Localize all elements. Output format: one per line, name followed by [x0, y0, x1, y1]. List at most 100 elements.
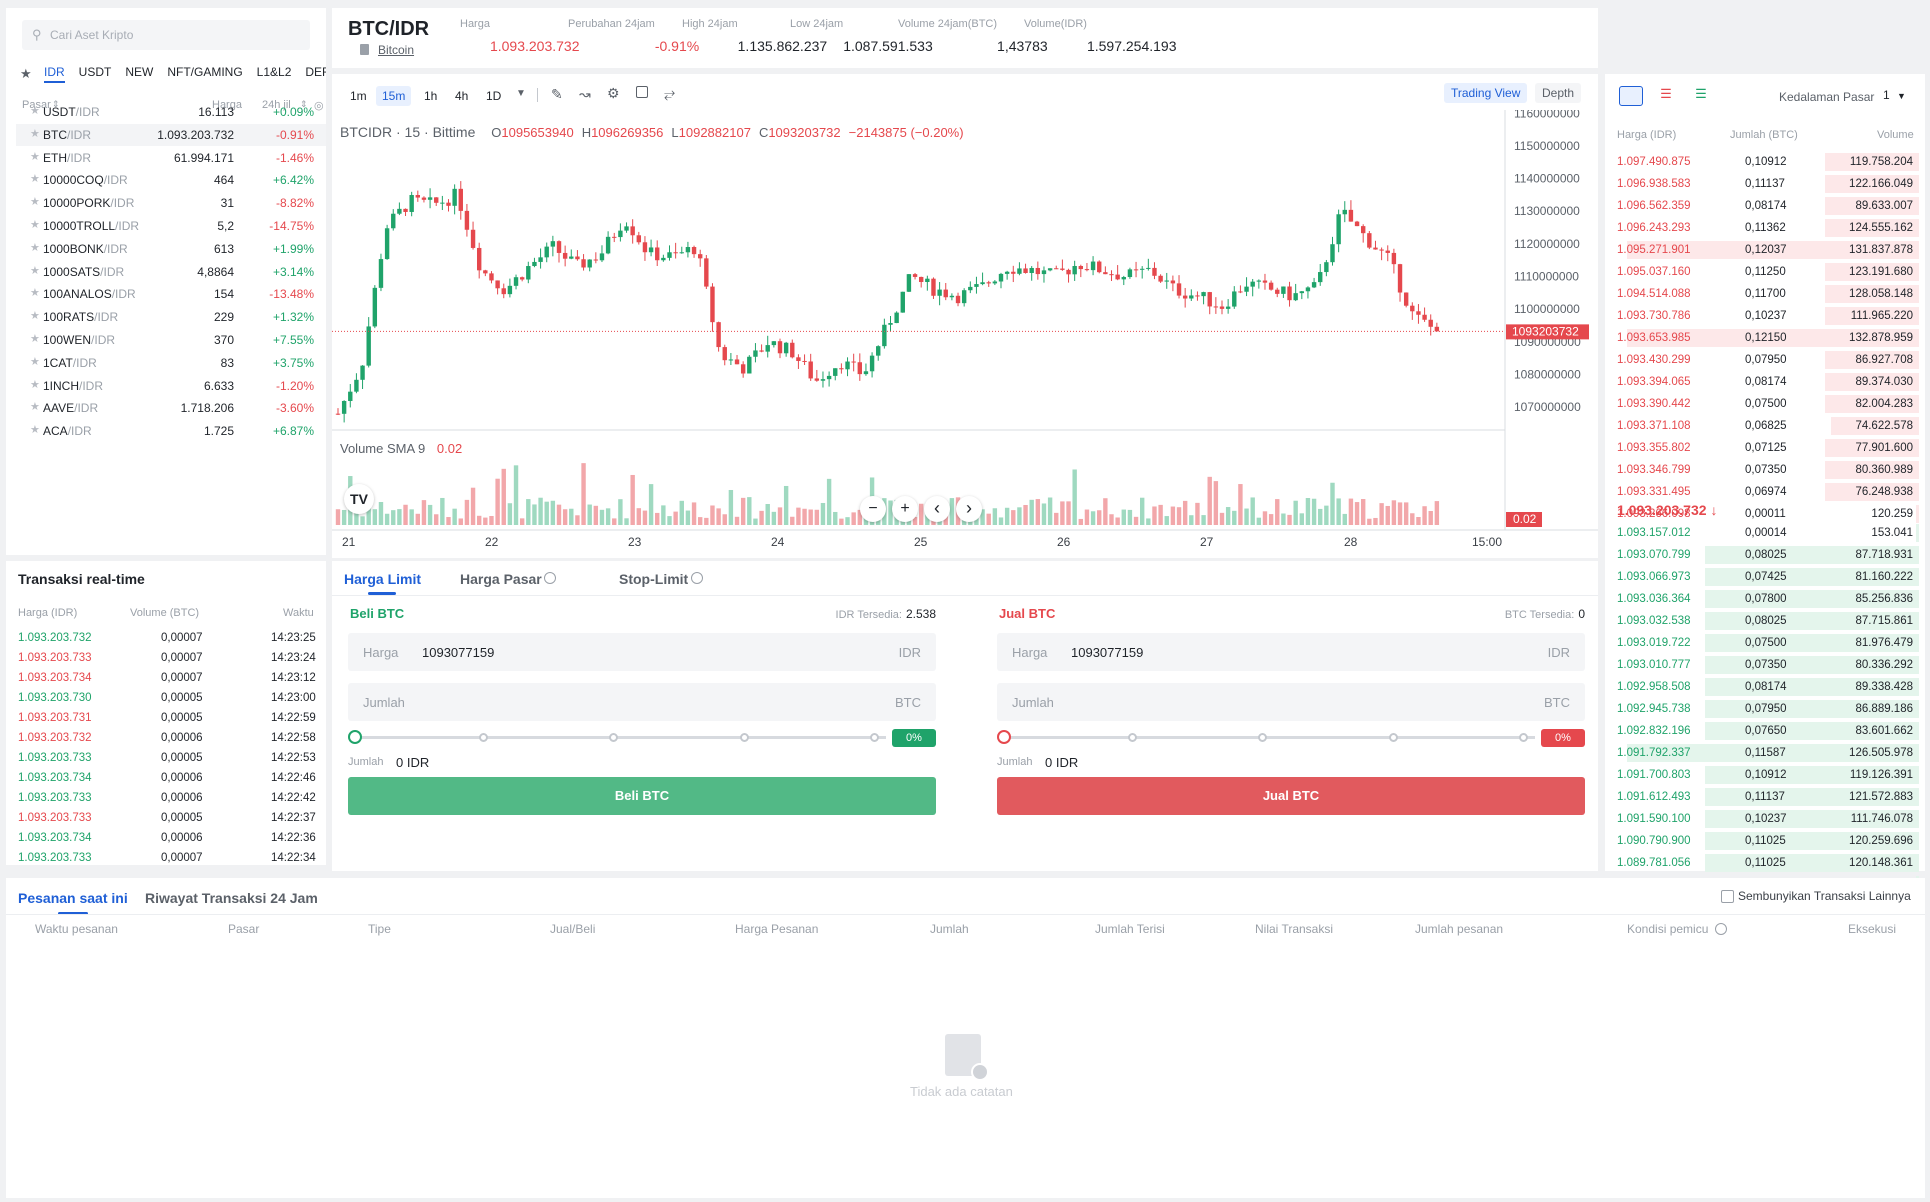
ask-row[interactable]: 1.094.514.088 0,11700 128.058.148 — [1605, 284, 1925, 304]
star-icon[interactable]: ★ — [30, 355, 40, 368]
bid-row[interactable]: 1.092.945.738 0,07950 86.889.186 — [1605, 699, 1925, 719]
timeframe-4h[interactable]: 4h — [449, 86, 474, 106]
timeframe-15m[interactable]: 15m — [376, 86, 412, 106]
ask-row[interactable]: 1.095.037.160 0,11250 123.191.680 — [1605, 262, 1925, 282]
book-both-icon[interactable] — [1619, 86, 1643, 106]
buy-price-input[interactable]: Harga 1093077159 IDR — [348, 633, 936, 671]
star-icon[interactable]: ★ — [30, 332, 40, 345]
market-row[interactable]: ★ 10000PORK/IDR 31 -8.82% — [16, 192, 326, 214]
ask-row[interactable]: 1.093.371.108 0,06825 74.622.578 — [1605, 416, 1925, 436]
slider-step[interactable] — [1519, 733, 1528, 742]
star-icon[interactable]: ★ — [30, 195, 40, 208]
star-icon[interactable]: ★ — [30, 264, 40, 277]
market-row[interactable]: ★ 1000SATS/IDR 4,8864 +3.14% — [16, 261, 326, 283]
draw-pencil-icon[interactable]: ✎ — [551, 86, 563, 103]
bid-row[interactable]: 1.090.790.900 0,11025 120.259.696 — [1605, 831, 1925, 851]
order-tab-0[interactable]: Harga Limit — [344, 571, 421, 587]
help-icon[interactable] — [1715, 923, 1727, 935]
market-row[interactable]: ★ 100ANALOS/IDR 154 -13.48% — [16, 283, 326, 305]
timeframe-1m[interactable]: 1m — [344, 86, 373, 106]
star-icon[interactable]: ★ — [30, 218, 40, 231]
market-row[interactable]: ★ ETH/IDR 61.994.171 -1.46% — [16, 147, 326, 169]
bid-row[interactable]: 1.093.070.799 0,08025 87.718.931 — [1605, 545, 1925, 565]
slider-handle[interactable] — [997, 730, 1011, 744]
ask-row[interactable]: 1.093.394.065 0,08174 89.374.030 — [1605, 372, 1925, 392]
bid-row[interactable]: 1.091.612.493 0,11137 121.572.883 — [1605, 787, 1925, 807]
market-row[interactable]: ★ 10000COQ/IDR 464 +6.42% — [16, 169, 326, 191]
market-row[interactable]: ★ 100RATS/IDR 229 +1.32% — [16, 306, 326, 328]
sell-submit-button[interactable]: Jual BTC — [997, 777, 1585, 815]
star-icon[interactable]: ★ — [30, 241, 40, 254]
scroll-left-button[interactable]: ‹ — [924, 496, 950, 522]
favorites-star-icon[interactable]: ★ — [20, 66, 32, 82]
book-bids-icon[interactable]: ☰ — [1689, 86, 1713, 106]
slider-step[interactable] — [740, 733, 749, 742]
ask-row[interactable]: 1.093.730.786 0,10237 111.965.220 — [1605, 306, 1925, 326]
help-icon[interactable] — [544, 572, 556, 584]
star-icon[interactable]: ★ — [30, 378, 40, 391]
bid-row[interactable]: 1.093.157.012 0,00014 153.041 — [1605, 523, 1925, 543]
bid-row[interactable]: 1.091.792.337 0,11587 126.505.978 — [1605, 743, 1925, 763]
bid-row[interactable]: 1.089.781.056 0,11025 120.148.361 — [1605, 853, 1925, 873]
bid-row[interactable]: 1.093.032.538 0,08025 87.715.861 — [1605, 611, 1925, 631]
sell-amount-input[interactable]: Jumlah BTC — [997, 683, 1585, 721]
timeframe-1D[interactable]: 1D — [480, 86, 507, 106]
market-tab-new[interactable]: NEW — [125, 65, 153, 83]
market-tab-idr[interactable]: IDR — [44, 65, 65, 83]
ask-row[interactable]: 1.093.390.442 0,07500 82.004.283 — [1605, 394, 1925, 414]
slider-step[interactable] — [870, 733, 879, 742]
buy-amount-input[interactable]: Jumlah BTC — [348, 683, 936, 721]
ask-row[interactable]: 1.095.271.901 0,12037 131.837.878 — [1605, 240, 1925, 260]
order-tab-2[interactable]: Stop-Limit — [619, 571, 688, 587]
fullscreen-icon[interactable]: ⥂ — [664, 85, 675, 102]
ask-row[interactable]: 1.093.430.299 0,07950 86.927.708 — [1605, 350, 1925, 370]
depth-select[interactable]: 1 ▼ — [1883, 88, 1906, 102]
zoom-out-button[interactable]: − — [860, 496, 886, 522]
market-row[interactable]: ★ 10000TROLL/IDR 5,2 -14.75% — [16, 215, 326, 237]
market-tab-usdt[interactable]: USDT — [79, 65, 112, 83]
ask-row[interactable]: 1.093.331.495 0,06974 76.248.938 — [1605, 482, 1925, 502]
book-asks-icon[interactable]: ☰ — [1654, 86, 1678, 106]
slider-step[interactable] — [479, 733, 488, 742]
trading-view-tab[interactable]: Trading View — [1444, 83, 1528, 103]
bid-row[interactable]: 1.093.066.973 0,07425 81.160.222 — [1605, 567, 1925, 587]
settings-gear-icon[interactable]: ⚙ — [607, 85, 620, 102]
slider-step[interactable] — [1258, 733, 1267, 742]
star-icon[interactable]: ★ — [30, 423, 40, 436]
market-tab-def[interactable]: DEF — [305, 65, 326, 83]
market-row[interactable]: ★ ACA/IDR 1.725 +6.87% — [16, 420, 326, 442]
ask-row[interactable]: 1.097.490.875 0,10912 119.758.204 — [1605, 152, 1925, 172]
scroll-right-button[interactable]: › — [956, 496, 982, 522]
slider-step[interactable] — [1389, 733, 1398, 742]
zoom-in-button[interactable]: + — [892, 496, 918, 522]
bid-row[interactable]: 1.093.010.777 0,07350 80.336.292 — [1605, 655, 1925, 675]
save-icon[interactable] — [636, 86, 648, 98]
bid-row[interactable]: 1.092.958.508 0,08174 89.338.428 — [1605, 677, 1925, 697]
search-input[interactable]: ⚲ Cari Aset Kripto — [22, 20, 310, 50]
market-row[interactable]: ★ USDT/IDR 16.113 +0.09% — [16, 101, 326, 123]
tab-current-orders[interactable]: Pesanan saat ini — [18, 890, 128, 906]
slider-handle[interactable] — [348, 730, 362, 744]
bid-row[interactable]: 1.093.036.364 0,07800 85.256.836 — [1605, 589, 1925, 609]
bid-row[interactable]: 1.091.700.803 0,10912 119.126.391 — [1605, 765, 1925, 785]
help-icon[interactable] — [691, 572, 703, 584]
buy-percent-slider[interactable]: 0% — [348, 729, 936, 747]
slider-step[interactable] — [1128, 733, 1137, 742]
star-icon[interactable]: ★ — [30, 309, 40, 322]
ask-row[interactable]: 1.093.355.802 0,07125 77.901.600 — [1605, 438, 1925, 458]
chevron-down-icon[interactable]: ▼ — [516, 88, 526, 99]
star-icon[interactable]: ★ — [30, 400, 40, 413]
bid-row[interactable]: 1.092.832.196 0,07650 83.601.662 — [1605, 721, 1925, 741]
ask-row[interactable]: 1.093.346.799 0,07350 80.360.989 — [1605, 460, 1925, 480]
market-row[interactable]: ★ 1000BONK/IDR 613 +1.99% — [16, 238, 326, 260]
ask-row[interactable]: 1.096.938.583 0,11137 122.166.049 — [1605, 174, 1925, 194]
ask-row[interactable]: 1.093.653.985 0,12150 132.878.959 — [1605, 328, 1925, 348]
sell-percent-slider[interactable]: 0% — [997, 729, 1585, 747]
bid-row[interactable]: 1.091.590.100 0,10237 111.746.078 — [1605, 809, 1925, 829]
ask-row[interactable]: 1.096.562.359 0,08174 89.633.007 — [1605, 196, 1925, 216]
order-tab-1[interactable]: Harga Pasar — [460, 571, 542, 587]
slider-step[interactable] — [609, 733, 618, 742]
coin-link[interactable]: Bitcoin — [378, 43, 414, 57]
market-tab-l1l2[interactable]: L1&L2 — [257, 65, 292, 83]
tab-history[interactable]: Riwayat Transaksi 24 Jam — [145, 890, 318, 906]
